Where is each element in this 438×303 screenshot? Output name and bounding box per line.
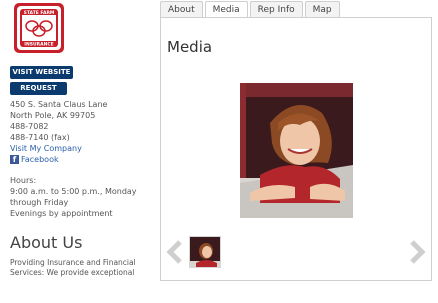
thumbnail-image — [190, 237, 220, 267]
state-farm-logo-icon: STATE FARM INSURANCE — [14, 3, 64, 53]
previous-arrow-icon[interactable] — [165, 240, 185, 264]
tab-about[interactable]: About — [160, 1, 203, 18]
hours-line: Hours: — [10, 176, 37, 185]
address-line: 450 S. Santa Claus Lane — [10, 100, 108, 109]
profile-tabs: About Media Rep Info Map — [160, 1, 342, 19]
about-us-text: Providing Insurance and Financial Servic… — [10, 258, 160, 278]
svg-text:STATE FARM: STATE FARM — [24, 10, 55, 16]
office-hours: Hours: 9:00 a.m. to 5:00 p.m., Monday th… — [10, 175, 160, 219]
visit-my-company-link[interactable]: Visit My Company — [10, 143, 160, 154]
about-us-heading: About Us — [10, 233, 83, 252]
about-line: Services: We provide exceptional — [10, 268, 135, 277]
sidebar: STATE FARM INSURANCE VISIT WEBSITE REQUE… — [10, 2, 160, 278]
main-photo — [240, 83, 353, 218]
facebook-icon: f — [10, 155, 19, 164]
state-farm-logo[interactable]: STATE FARM INSURANCE — [13, 2, 65, 54]
tab-map[interactable]: Map — [304, 1, 340, 18]
hours-line: Evenings by appointment — [10, 209, 113, 218]
media-panel: Media — [160, 17, 432, 281]
facebook-link[interactable]: f Facebook — [10, 154, 160, 165]
visit-website-button[interactable]: VISIT WEBSITE — [10, 66, 73, 79]
next-arrow-icon[interactable] — [407, 240, 427, 264]
svg-text:INSURANCE: INSURANCE — [24, 42, 53, 48]
fax-number: 488-7140 (fax) — [10, 133, 70, 142]
hours-line: 9:00 a.m. to 5:00 p.m., Monday — [10, 187, 137, 196]
media-thumbnail[interactable] — [189, 236, 221, 268]
panel-title: Media — [167, 38, 213, 56]
about-line: Providing Insurance and Financial — [10, 258, 136, 267]
agent-address: 450 S. Santa Claus Lane North Pole, AK 9… — [10, 99, 160, 165]
address-line: North Pole, AK 99705 — [10, 111, 96, 120]
hours-line: through Friday — [10, 198, 69, 207]
agent-photo-image — [240, 83, 353, 218]
facebook-label: Facebook — [21, 155, 59, 164]
tab-rep-info[interactable]: Rep Info — [249, 1, 303, 18]
request-info-button[interactable]: REQUEST INFO — [10, 82, 67, 105]
phone-number: 488-7082 — [10, 122, 49, 131]
